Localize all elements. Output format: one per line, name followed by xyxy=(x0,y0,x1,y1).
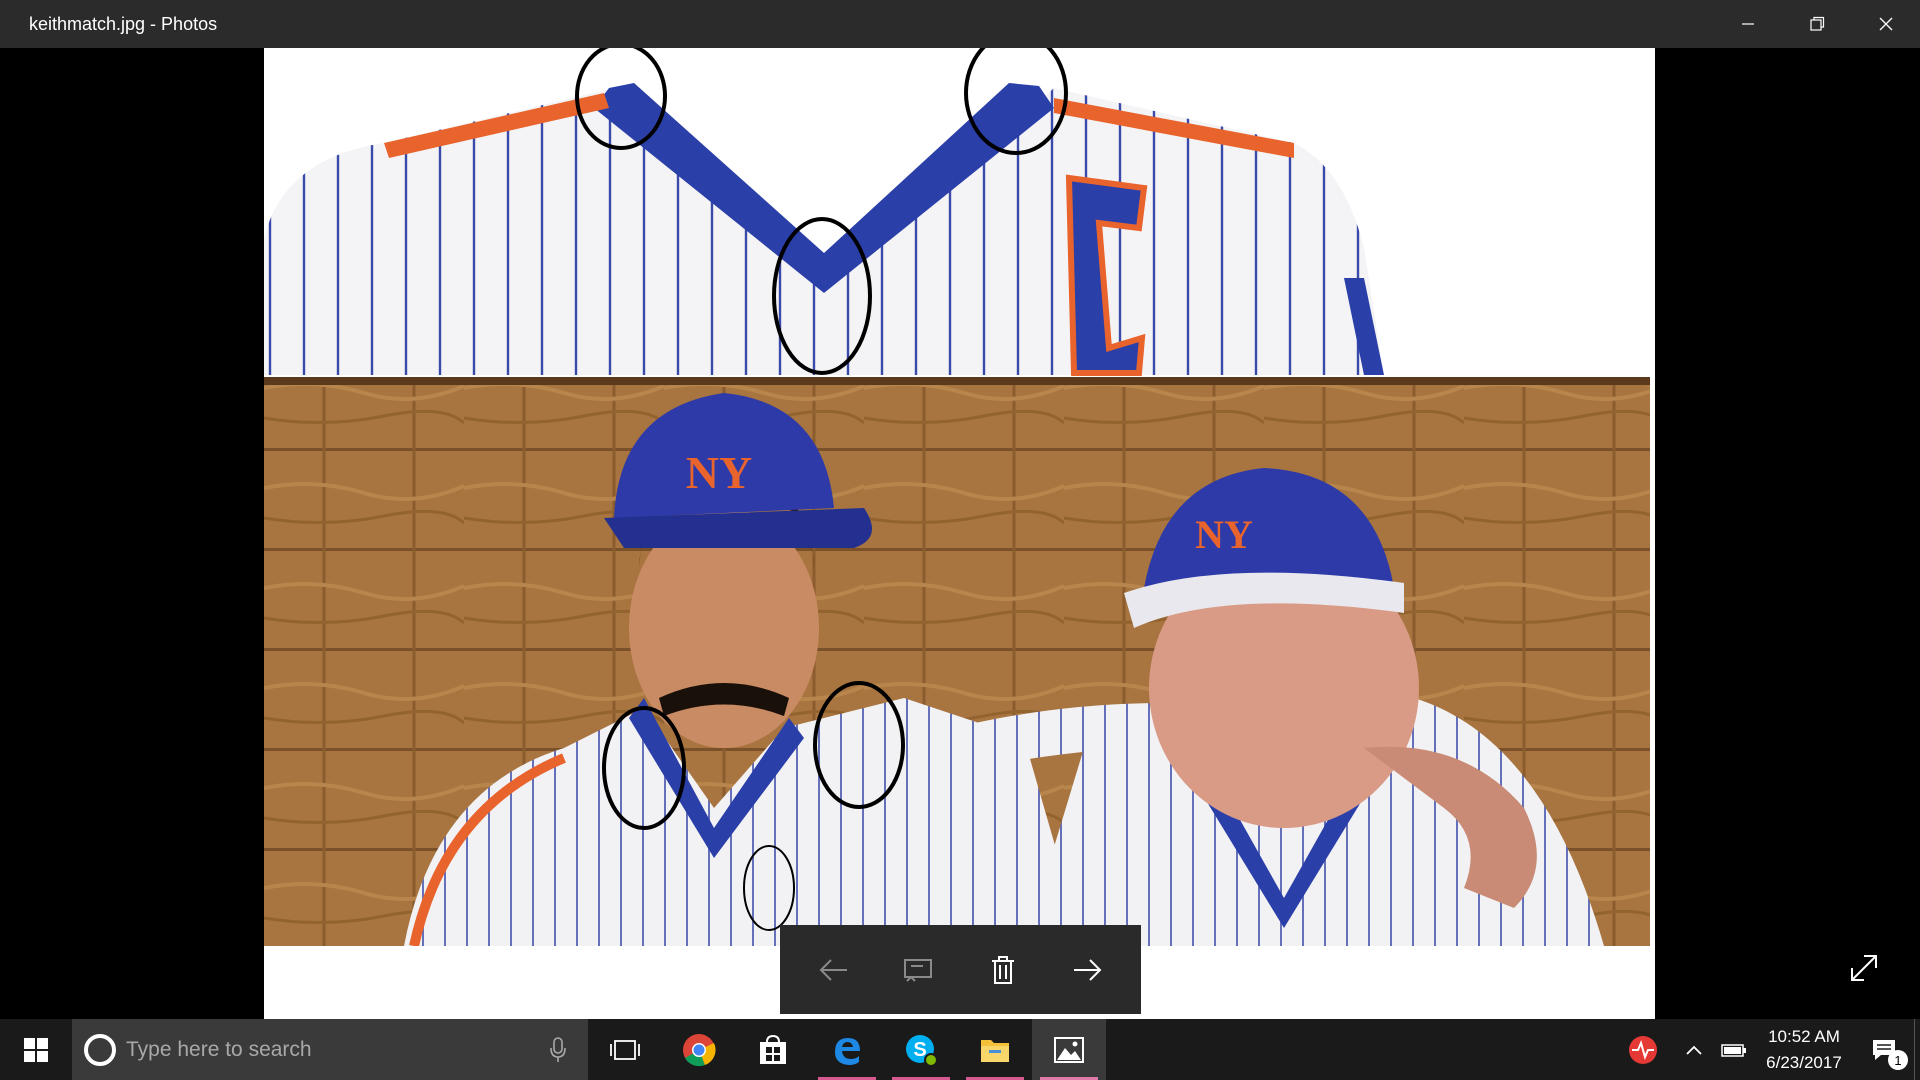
arrow-right-icon xyxy=(1073,958,1102,981)
clock-time: 10:52 AM xyxy=(1768,1026,1840,1046)
close-icon xyxy=(1879,17,1892,31)
skype-button[interactable]: S xyxy=(884,1019,958,1080)
file-explorer-button[interactable] xyxy=(958,1019,1032,1080)
fullscreen-button[interactable] xyxy=(1844,948,1884,988)
delete-button[interactable] xyxy=(973,940,1033,1000)
clock[interactable]: 10:52 AM 6/23/2017 xyxy=(1754,1019,1854,1080)
players-photo: NY NY xyxy=(264,377,1650,948)
store-icon xyxy=(760,1034,786,1064)
photo-canvas: NY NY xyxy=(264,48,1655,1019)
next-button[interactable] xyxy=(1057,940,1117,1000)
clock-date: 6/23/2017 xyxy=(1766,1052,1842,1072)
jersey-image xyxy=(264,48,1655,376)
photos-icon xyxy=(1054,1036,1084,1063)
slideshow-icon xyxy=(904,958,933,982)
edge-button[interactable] xyxy=(810,1019,884,1080)
battery-icon xyxy=(1721,1043,1746,1057)
chrome-button[interactable] xyxy=(662,1019,736,1080)
show-hidden-icons-button[interactable] xyxy=(1674,1019,1714,1080)
taskbar: Type here to search S 10:52 AM 6/23/2017… xyxy=(0,1019,1920,1080)
restore-icon xyxy=(1809,16,1824,31)
svg-text:NY: NY xyxy=(1195,512,1253,557)
task-view-icon xyxy=(610,1039,640,1060)
trash-icon xyxy=(991,955,1014,984)
task-view-button[interactable] xyxy=(588,1019,662,1080)
notification-count-badge: 1 xyxy=(1888,1050,1908,1070)
chrome-icon xyxy=(683,1033,716,1066)
battery-button[interactable] xyxy=(1714,1019,1754,1080)
photo-toolbar xyxy=(780,925,1141,1014)
title-bar: keithmatch.jpg - Photos xyxy=(0,0,1920,48)
start-button[interactable] xyxy=(0,1019,72,1080)
search-box[interactable]: Type here to search xyxy=(72,1019,588,1080)
minimize-icon xyxy=(1741,23,1754,25)
edge-icon xyxy=(835,1037,860,1065)
previous-button[interactable] xyxy=(804,940,864,1000)
expand-icon xyxy=(1851,955,1877,981)
minimize-button[interactable] xyxy=(1713,0,1782,48)
arrow-left-icon xyxy=(819,958,848,981)
microphone-icon[interactable] xyxy=(550,1037,566,1063)
health-monitor-button[interactable] xyxy=(1612,1019,1674,1080)
restore-button[interactable] xyxy=(1782,0,1851,48)
search-placeholder: Type here to search xyxy=(126,1037,312,1061)
clock-text: 10:52 AM 6/23/2017 xyxy=(1754,1024,1854,1076)
action-center-button[interactable]: 1 xyxy=(1854,1019,1914,1080)
windows-logo-icon xyxy=(24,1037,48,1062)
chevron-up-icon xyxy=(1686,1045,1702,1055)
photos-button[interactable] xyxy=(1032,1019,1106,1080)
photo-image: NY NY xyxy=(264,48,1655,1019)
pulse-icon xyxy=(1629,1035,1657,1064)
file-explorer-icon xyxy=(981,1039,1009,1062)
window-controls xyxy=(1713,0,1920,48)
slideshow-button[interactable] xyxy=(888,940,948,1000)
close-button[interactable] xyxy=(1851,0,1920,48)
cortana-icon xyxy=(84,1033,116,1066)
system-tray: 10:52 AM 6/23/2017 1 xyxy=(1612,1019,1920,1080)
show-desktop-button[interactable] xyxy=(1914,1019,1920,1080)
skype-icon: S xyxy=(906,1034,938,1067)
svg-text:NY: NY xyxy=(686,447,752,498)
window-title: keithmatch.jpg - Photos xyxy=(29,13,218,34)
photo-viewer[interactable]: NY NY xyxy=(0,48,1920,1019)
store-button[interactable] xyxy=(736,1019,810,1080)
